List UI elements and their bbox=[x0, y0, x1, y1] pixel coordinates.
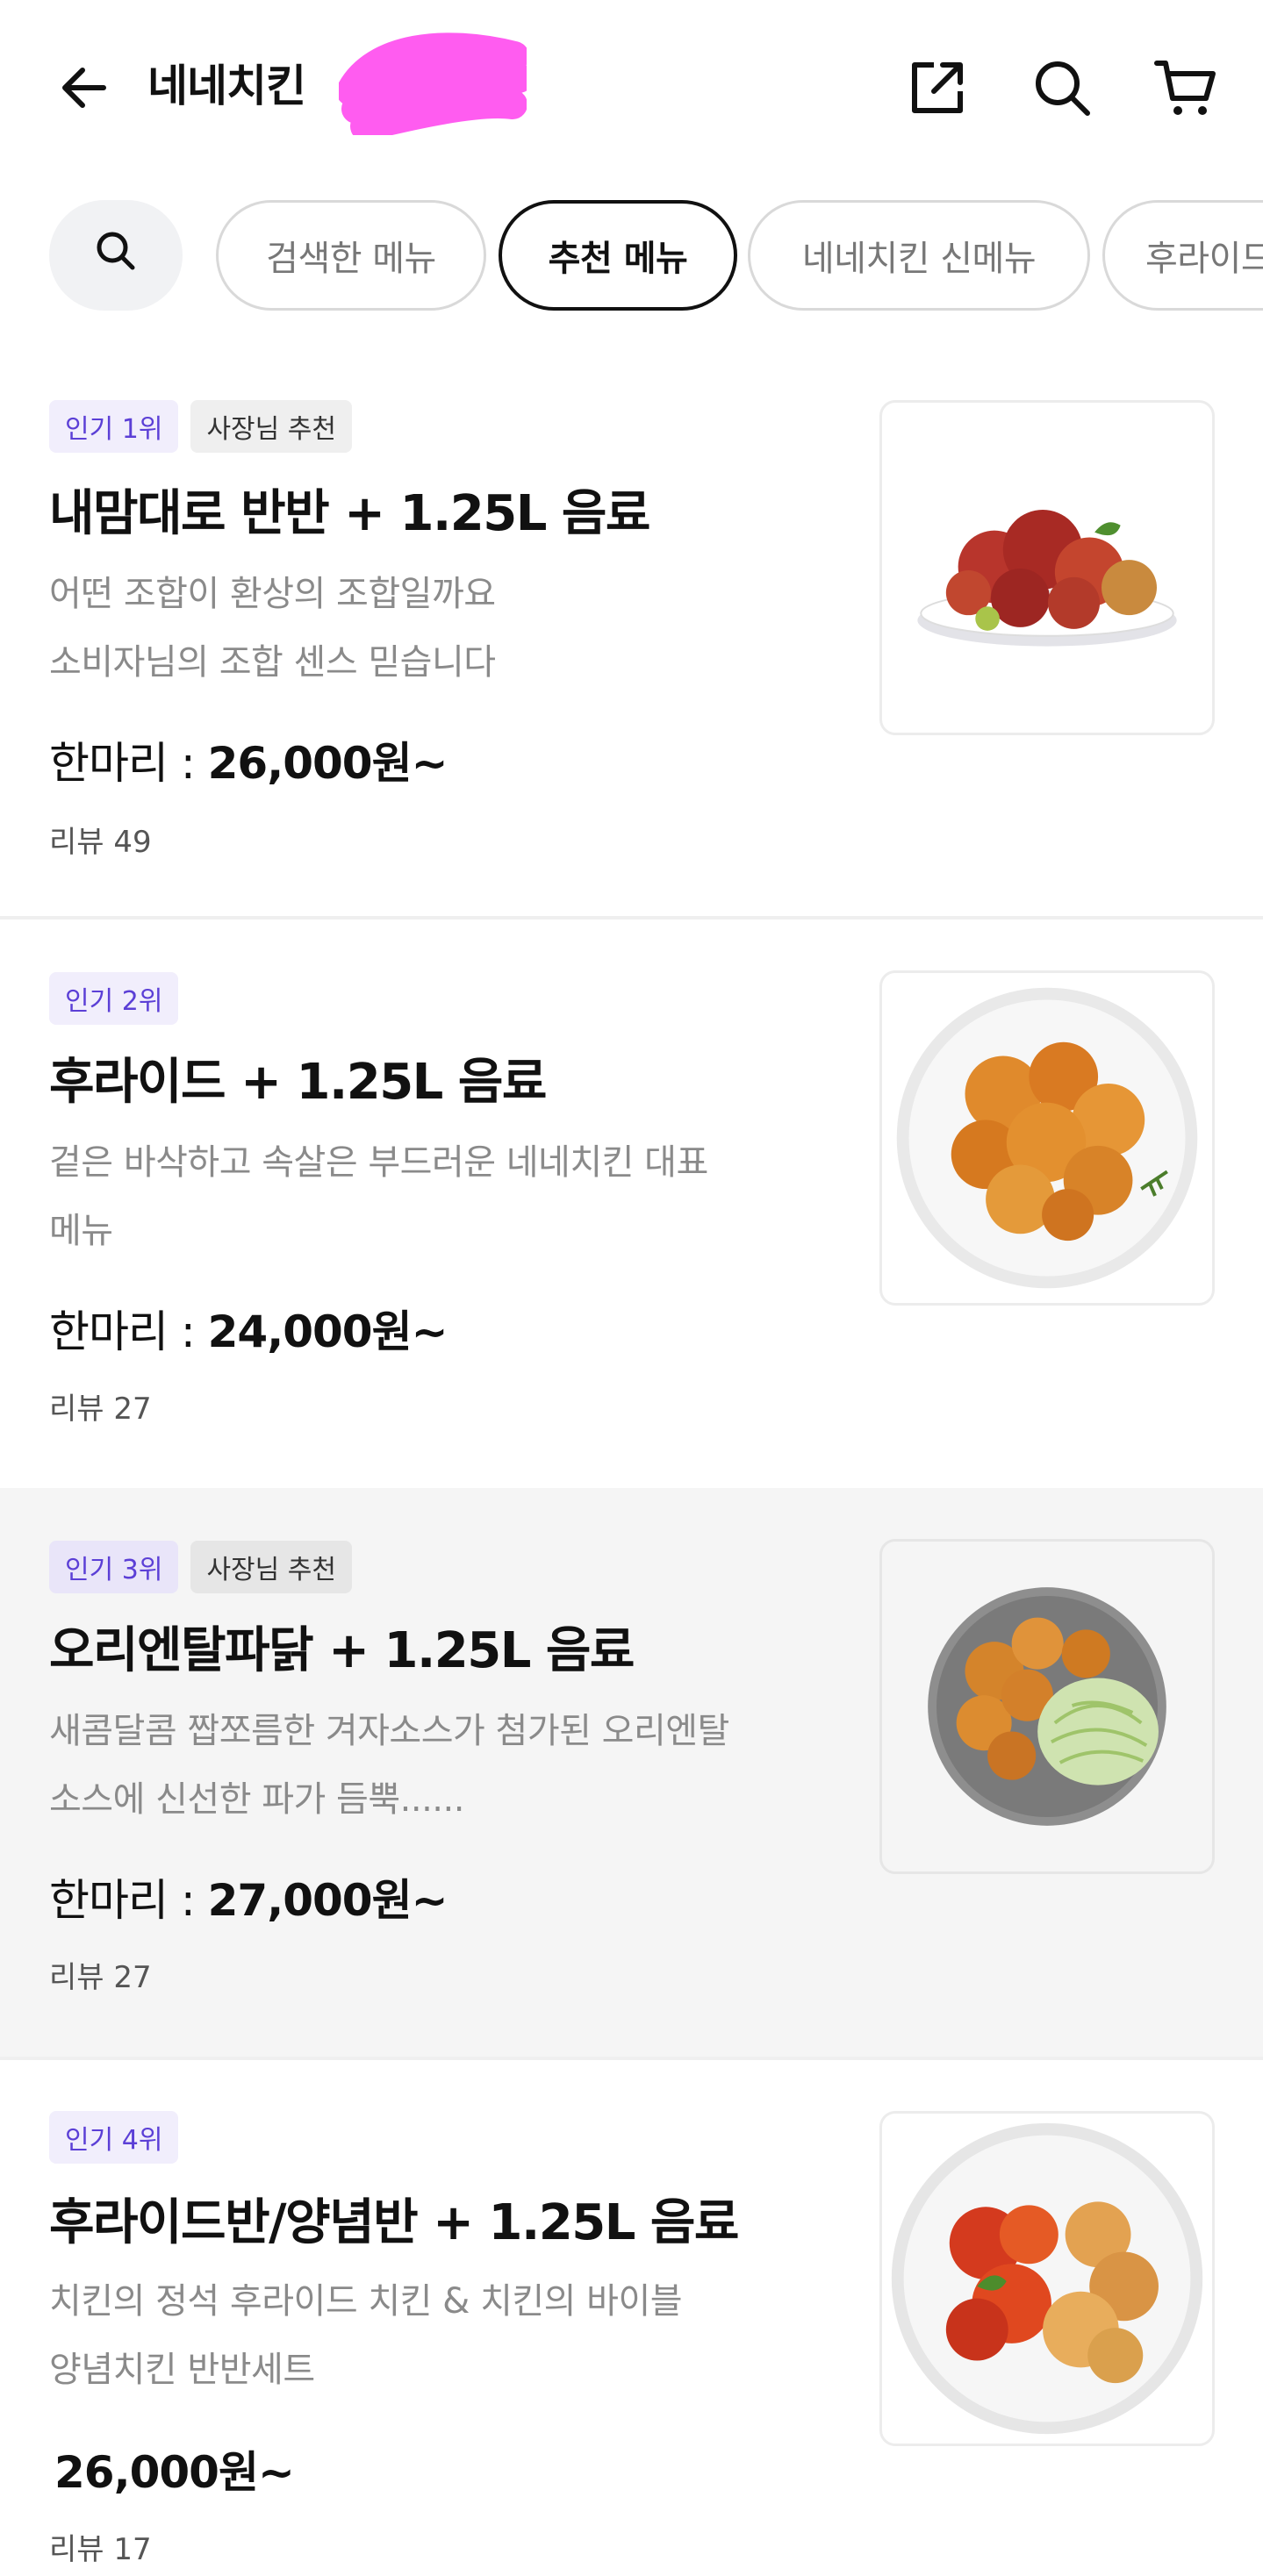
menu-item-price: 한마리 : 26,000원~ bbox=[49, 738, 448, 789]
app-header: 네네치킨 bbox=[0, 0, 1263, 175]
rank-badge: 인기 1위 bbox=[49, 400, 179, 453]
rank-badge: 인기 2위 bbox=[49, 972, 179, 1025]
menu-item-description: 어떤 조합이 환상의 조합일까요 소비자님의 조합 센스 믿습니다 bbox=[49, 574, 496, 683]
menu-item-2[interactable]: 인기 2위 후라이드 + 1.25L 음료 겉은 바삭하고 속살은 부드러운 네… bbox=[0, 919, 1263, 1486]
menu-item-name: 오리엔탈파닭 + 1.25L 음료 bbox=[49, 1622, 635, 1679]
menu-item-price: 한마리 : 27,000원~ bbox=[49, 1875, 448, 1926]
menu-item-review-count: 리뷰 27 bbox=[49, 1960, 152, 1995]
menu-item-name: 후라이드반/양념반 + 1.25L 음료 bbox=[49, 2194, 739, 2251]
redaction-scribble bbox=[336, 30, 534, 141]
owner-pick-badge: 사장님 추천 bbox=[190, 1541, 352, 1593]
menu-tags: 인기 3위 사장님 추천 bbox=[49, 1541, 352, 1593]
menu-item-name: 내맘대로 반반 + 1.25L 음료 bbox=[49, 485, 650, 542]
menu-item-4[interactable]: 인기 4위 후라이드반/양념반 + 1.25L 음료 치킨의 정석 후라이드 치… bbox=[0, 2060, 1263, 2576]
menu-item-price: 한마리 : 24,000원~ bbox=[49, 1306, 448, 1357]
menu-item-description: 겉은 바삭하고 속살은 부드러운 네네치킨 대표 메뉴 bbox=[49, 1142, 708, 1251]
rank-badge: 인기 4위 bbox=[49, 2111, 179, 2164]
store-title: 네네치킨 bbox=[147, 61, 306, 111]
chip-fried[interactable]: 후라이드 bbox=[1102, 200, 1263, 311]
menu-tags: 인기 2위 bbox=[49, 972, 179, 1025]
chip-search-button[interactable] bbox=[49, 200, 183, 311]
back-arrow-icon[interactable] bbox=[46, 49, 123, 126]
menu-tags: 인기 1위 사장님 추천 bbox=[49, 400, 352, 453]
menu-filter-chips: 검색한 메뉴 추천 메뉴 네네치킨 신메뉴 후라이드 bbox=[49, 200, 1263, 311]
menu-item-image bbox=[879, 2111, 1215, 2446]
cart-icon[interactable] bbox=[1146, 49, 1224, 126]
menu-item-review-count: 리뷰 49 bbox=[49, 825, 152, 860]
chip-recommended-menu[interactable]: 추천 메뉴 bbox=[499, 200, 737, 311]
owner-pick-badge: 사장님 추천 bbox=[190, 400, 352, 453]
menu-item-image bbox=[879, 1539, 1215, 1874]
menu-item-1[interactable]: 인기 1위 사장님 추천 내맘대로 반반 + 1.25L 음료 어떤 조합이 환… bbox=[0, 361, 1263, 918]
menu-item-image bbox=[879, 970, 1215, 1306]
menu-item-review-count: 리뷰 27 bbox=[49, 1392, 152, 1427]
menu-item-description: 새콤달콤 짭쪼름한 겨자소스가 첨가된 오리엔탈 소스에 신선한 파가 듬뿍..… bbox=[49, 1711, 729, 1820]
menu-item-review-count: 리뷰 17 bbox=[49, 2532, 152, 2567]
search-icon[interactable] bbox=[1023, 49, 1101, 126]
chip-new-menu[interactable]: 네네치킨 신메뉴 bbox=[748, 200, 1090, 311]
chip-searched-menu[interactable]: 검색한 메뉴 bbox=[216, 200, 486, 311]
menu-item-description: 치킨의 정석 후라이드 치킨 & 치킨의 바이블 양념치킨 반반세트 bbox=[49, 2281, 683, 2390]
menu-item-name: 후라이드 + 1.25L 음료 bbox=[49, 1054, 547, 1111]
rank-badge: 인기 3위 bbox=[49, 1541, 179, 1593]
share-icon[interactable] bbox=[899, 49, 976, 126]
search-icon bbox=[94, 229, 138, 282]
menu-item-price: 26,000원~ bbox=[54, 2447, 295, 2498]
menu-item-image bbox=[879, 400, 1215, 735]
menu-tags: 인기 4위 bbox=[49, 2111, 179, 2164]
menu-item-3[interactable]: 인기 3위 사장님 추천 오리엔탈파닭 + 1.25L 음료 새콤달콤 짭쪼름한… bbox=[0, 1488, 1263, 2057]
